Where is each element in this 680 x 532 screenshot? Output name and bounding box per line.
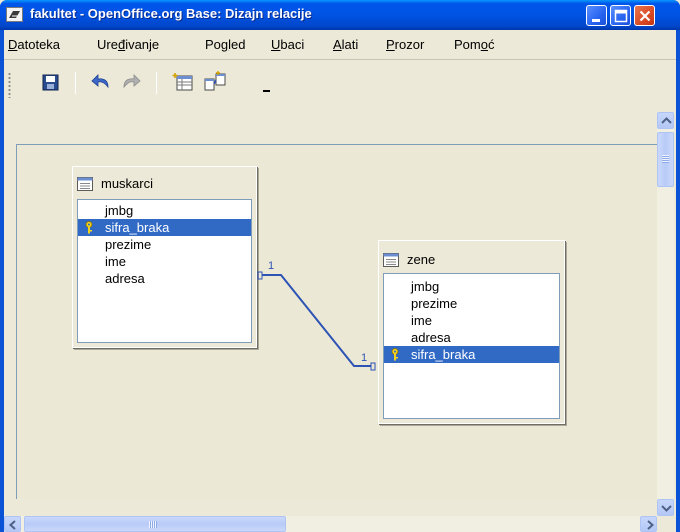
save-icon[interactable] — [38, 70, 62, 94]
scroll-thumb-grip — [662, 155, 669, 163]
chevron-up-icon — [661, 117, 672, 124]
scroll-left-button[interactable] — [4, 516, 21, 532]
relation-cardinality-right: 1 — [361, 352, 368, 364]
application-window: fakultet - OpenOffice.org Base: Dizajn r… — [0, 0, 680, 532]
table-name: muskarci — [101, 176, 154, 191]
menu-label-accel: o — [480, 37, 488, 52]
maximize-icon — [614, 9, 628, 23]
field-label: prezime — [411, 296, 458, 311]
vertical-scroll-thumb[interactable] — [657, 132, 674, 187]
openoffice-icon[interactable] — [6, 7, 23, 22]
field-row[interactable]: adresa — [384, 329, 559, 346]
menu-label-accel: U — [271, 37, 281, 52]
table-window-muskarci[interactable]: muskarci jmbg sifra_braka prezime ime ad… — [72, 166, 257, 348]
scroll-up-button[interactable] — [657, 112, 674, 129]
table-icon — [383, 253, 399, 267]
field-list[interactable]: jmbg prezime ime adresa sifra_braka — [383, 273, 560, 419]
menu-label-post: baci — [280, 37, 305, 52]
maximize-button[interactable] — [610, 5, 631, 26]
close-button[interactable] — [634, 5, 655, 26]
add-table-icon[interactable] — [172, 70, 196, 94]
horizontal-scroll-thumb[interactable] — [24, 516, 286, 532]
window-title: fakultet - OpenOffice.org Base: Dizajn r… — [30, 6, 312, 21]
field-row[interactable]: prezime — [78, 236, 251, 253]
toolbar-separator — [75, 72, 76, 94]
title-bar[interactable]: fakultet - OpenOffice.org Base: Dizajn r… — [0, 0, 680, 30]
scroll-right-button[interactable] — [640, 516, 657, 532]
menu-label-post: ivanje — [125, 37, 160, 52]
table-icon — [77, 177, 93, 191]
menu-label-post: ć — [487, 37, 495, 52]
menu-label-accel: A — [333, 37, 342, 52]
field-label: adresa — [105, 271, 145, 286]
chevron-down-icon — [661, 505, 672, 512]
field-label: ime — [105, 254, 126, 269]
toolbar — [4, 60, 676, 110]
field-row[interactable]: jmbg — [78, 202, 251, 219]
field-label: adresa — [411, 330, 451, 345]
minimize-icon — [592, 19, 600, 22]
relation-cardinality-left: 1 — [268, 260, 275, 272]
menu-label-accel: P — [386, 37, 395, 52]
close-icon — [639, 10, 651, 22]
chevron-left-icon — [8, 520, 16, 530]
field-label: ime — [411, 313, 432, 328]
new-relation-icon[interactable] — [203, 70, 227, 94]
field-row[interactable]: prezime — [384, 295, 559, 312]
field-label: jmbg — [105, 203, 134, 218]
menu-pomoc[interactable]: Pomoć — [454, 37, 494, 52]
menu-label-post: lati — [341, 37, 359, 52]
toolbar-grip[interactable] — [8, 72, 11, 98]
undo-icon[interactable] — [90, 70, 114, 94]
field-row[interactable]: ime — [78, 253, 251, 270]
menu-ubaci[interactable]: Ubaci — [271, 37, 304, 52]
toolbar-options-icon[interactable] — [262, 83, 272, 93]
redo-icon[interactable] — [119, 70, 143, 94]
scroll-down-button[interactable] — [657, 499, 674, 516]
field-row[interactable]: jmbg — [384, 278, 559, 295]
minimize-button[interactable] — [586, 5, 607, 26]
field-row-selected[interactable]: sifra_braka — [384, 346, 559, 363]
menu-label-post: atoteka — [17, 37, 61, 52]
menu-alati[interactable]: Alati — [333, 37, 358, 52]
scrollbar-corner — [657, 516, 674, 532]
menu-label-pre: Ure — [97, 37, 118, 52]
primary-key-icon — [85, 221, 93, 234]
table-header[interactable]: muskarci — [77, 171, 252, 197]
menu-prozor[interactable]: Prozor — [386, 37, 424, 52]
field-row[interactable]: adresa — [78, 270, 251, 287]
menu-label-post: led — [228, 37, 246, 52]
menu-uredivanje[interactable]: Uređivanje — [97, 37, 159, 52]
table-window-zene[interactable]: zene jmbg prezime ime adresa sifra_braka — [378, 240, 565, 424]
chevron-right-icon — [647, 520, 655, 530]
menu-label-pre: Po — [205, 37, 221, 52]
menu-datoteka[interactable]: Datoteka — [8, 37, 60, 52]
field-list[interactable]: jmbg sifra_braka prezime ime adresa — [77, 199, 252, 343]
primary-key-icon — [391, 348, 399, 361]
menu-label-pre: Pom — [454, 37, 481, 52]
menu-label-accel: D — [8, 37, 18, 52]
menu-label-post: rozor — [394, 37, 425, 52]
table-name: zene — [407, 252, 436, 267]
menu-pogled[interactable]: Pogled — [205, 37, 246, 52]
horizontal-scrollbar[interactable] — [4, 516, 657, 532]
field-row-selected[interactable]: sifra_braka — [78, 219, 251, 236]
field-label: jmbg — [411, 279, 440, 294]
menu-bar: Datoteka Uređivanje Pogled Ubaci Alati P… — [4, 30, 676, 59]
client-area: Datoteka Uređivanje Pogled Ubaci Alati P… — [4, 30, 676, 532]
relation-design-canvas: muskarci jmbg sifra_braka prezime ime ad… — [4, 112, 676, 532]
field-label: prezime — [105, 237, 152, 252]
field-label: sifra_braka — [105, 220, 170, 235]
field-row[interactable]: ime — [384, 312, 559, 329]
field-label: sifra_braka — [411, 347, 476, 362]
vertical-scrollbar[interactable] — [657, 112, 674, 516]
toolbar-separator — [156, 72, 157, 94]
scroll-thumb-grip — [149, 521, 157, 528]
table-header[interactable]: zene — [383, 245, 560, 271]
